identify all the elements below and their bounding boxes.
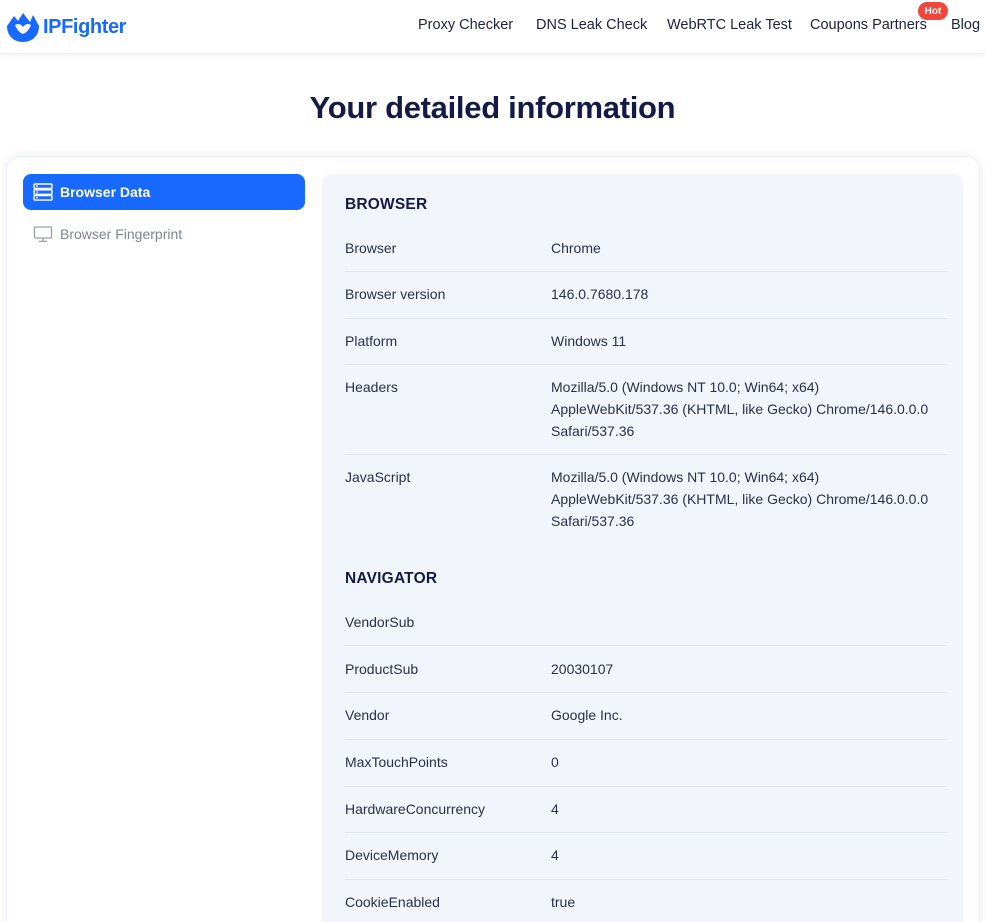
row-divider [345, 645, 947, 646]
row-label-productsub: ProductSub [345, 661, 419, 677]
row-value-cookieenabled: true [551, 894, 576, 910]
row-value-maxtouchpoints: 0 [551, 754, 559, 770]
row-value-javascript: Mozilla/5.0 (Windows NT 10.0; Win64; x64… [551, 469, 929, 529]
sidebar-item-browser-fingerprint[interactable]: Browser Fingerprint [23, 216, 305, 252]
row-value-hardwareconcurrency: 4 [551, 801, 559, 817]
row-divider [345, 739, 947, 740]
row-value-vendor: Google Inc. [551, 707, 623, 723]
row-divider [345, 786, 947, 787]
row-divider [345, 271, 947, 272]
server-list-icon [32, 181, 54, 203]
row-label-cookieenabled: CookieEnabled [345, 894, 440, 910]
row-divider [345, 364, 947, 365]
sidebar-item-label: Browser Data [60, 184, 151, 200]
row-value-browser: Chrome [551, 240, 601, 256]
row-divider [345, 879, 947, 880]
row-value-devicememory: 4 [551, 847, 559, 863]
monitor-icon [32, 223, 54, 245]
sidebar-item-label: Browser Fingerprint [60, 226, 183, 242]
nav-link-dns-leak-check[interactable]: DNS Leak Check [536, 17, 647, 33]
row-value-browser-version: 146.0.7680.178 [551, 286, 649, 302]
row-value-platform: Windows 11 [551, 333, 627, 349]
row-divider [345, 318, 947, 319]
row-label-javascript: JavaScript [345, 469, 411, 485]
row-value-headers: Mozilla/5.0 (Windows NT 10.0; Win64; x64… [551, 379, 929, 439]
nav-link-webrtc-leak-test[interactable]: WebRTC Leak Test [667, 17, 792, 33]
row-value-productsub: 20030107 [551, 661, 614, 677]
row-label-devicememory: DeviceMemory [345, 847, 439, 863]
row-divider [345, 692, 947, 693]
hot-badge: Hot [918, 2, 948, 20]
row-label-browser-version: Browser version [345, 286, 446, 302]
nav-link-blog[interactable]: Blog [951, 17, 980, 33]
row-label-maxtouchpoints: MaxTouchPoints [345, 754, 448, 770]
row-label-browser: Browser [345, 240, 397, 256]
row-label-platform: Platform [345, 333, 398, 349]
row-divider [345, 454, 947, 455]
page-title: Your detailed information [309, 90, 676, 125]
row-label-vendor: Vendor [345, 707, 390, 723]
nav-link-coupons-partners[interactable]: Coupons Partners [810, 17, 927, 33]
section-title-navigator: NAVIGATOR [345, 570, 438, 587]
brand-logo-link[interactable]: IPFighter [6, 12, 126, 42]
row-label-hardwareconcurrency: HardwareConcurrency [345, 801, 486, 817]
top-navigation-bar: IPFighter Proxy Checker DNS Leak Check W… [0, 0, 985, 54]
row-label-vendorsub: VendorSub [345, 614, 415, 630]
sidebar-item-browser-data[interactable]: Browser Data [23, 174, 305, 210]
row-divider [345, 832, 947, 833]
brand-name: IPFighter [43, 15, 127, 38]
section-title-browser: BROWSER [345, 196, 428, 213]
ipfighter-logo-icon [6, 12, 40, 42]
nav-link-proxy-checker[interactable]: Proxy Checker [418, 17, 513, 33]
row-label-headers: Headers [345, 379, 398, 395]
